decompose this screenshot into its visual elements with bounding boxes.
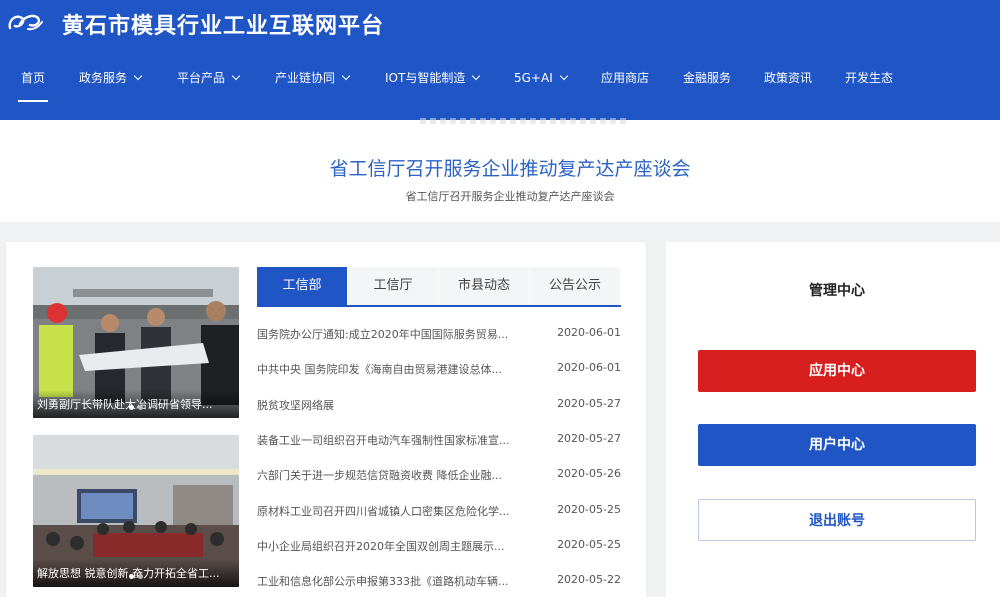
nav-item-home[interactable]: 首页	[17, 58, 49, 104]
news-date: 2020-05-27	[557, 397, 621, 410]
top-header: 黄石市模具行业工业互联网平台 首页 政务服务 平台产品 产业链协同 IOT与智能…	[0, 0, 1000, 120]
news-item[interactable]: 原材料工业司召开四川省城镇人口密集区危险化学... 2020-05-25	[257, 503, 627, 523]
nav-item-policy-news[interactable]: 政策资讯	[764, 58, 812, 104]
news-date: 2020-05-26	[557, 467, 621, 480]
tab-provincial-dept[interactable]: 工信厅	[348, 267, 438, 305]
news-date: 2020-05-25	[557, 538, 621, 551]
tab-announcements[interactable]: 公告公示	[530, 267, 620, 305]
news-tabs: 工信部 工信厅 市县动态 公告公示	[257, 267, 621, 307]
logout-button[interactable]: 退出账号	[698, 499, 976, 541]
nav-label: 开发生态	[845, 71, 894, 85]
news-date: 2020-06-01	[557, 361, 621, 374]
chevron-down-icon	[133, 71, 143, 81]
news-item[interactable]: 脱贫攻坚网络展 2020-05-27	[257, 397, 627, 417]
news-title: 脱贫攻坚网络展	[257, 399, 334, 412]
news-title: 原材料工业司召开四川省城镇人口密集区危险化学...	[257, 505, 510, 518]
nav-label: 金融服务	[683, 71, 732, 85]
nav-label: 应用商店	[601, 71, 650, 85]
news-date: 2020-05-25	[557, 503, 621, 516]
nav-item-supply-chain[interactable]: 产业链协同	[275, 58, 351, 104]
banner-title[interactable]: 省工信厅召开服务企业推动复产达产座谈会	[0, 154, 1000, 181]
management-panel: 管理中心 应用中心 用户中心 退出账号	[666, 242, 1000, 597]
management-title: 管理中心	[809, 283, 865, 299]
banner-subtitle: 省工信厅召开服务企业推动复产达产座谈会	[405, 190, 615, 203]
nav-item-finance[interactable]: 金融服务	[683, 58, 731, 104]
photo-carousel-2[interactable]: 解放思想 锐意创新 奋力开拓全省工...	[33, 435, 239, 587]
chevron-down-icon	[559, 71, 568, 81]
news-item[interactable]: 中小企业局组织召开2020年全国双创周主题展示... 2020-05-25	[257, 538, 627, 558]
tab-miit[interactable]: 工信部	[257, 267, 347, 305]
site-title[interactable]: 黄石市模具行业工业互联网平台	[62, 8, 384, 40]
news-title: 国务院办公厅通知:成立2020年中国国际服务贸易...	[257, 328, 509, 341]
news-banner: 省工信厅召开服务企业推动复产达产座谈会 省工信厅召开服务企业推动复产达产座谈会	[0, 118, 1000, 222]
tab-city-county[interactable]: 市县动态	[439, 267, 529, 305]
news-item[interactable]: 装备工业一司组织召开电动汽车强制性国家标准宣... 2020-05-27	[257, 432, 627, 452]
nav-label: IOT与智能制造	[385, 71, 466, 85]
chevron-down-icon	[472, 71, 481, 81]
main-nav: 首页 政务服务 平台产品 产业链协同 IOT与智能制造 5G+AI 应用商店 金…	[0, 58, 1000, 104]
news-item[interactable]: 国务院办公厅通知:成立2020年中国国际服务贸易... 2020-06-01	[257, 326, 627, 346]
nav-item-5g-ai[interactable]: 5G+AI	[514, 58, 568, 104]
nav-item-app-store[interactable]: 应用商店	[601, 58, 649, 104]
news-title: 中小企业局组织召开2020年全国双创周主题展示...	[257, 540, 505, 553]
nav-label: 首页	[21, 71, 46, 85]
news-panel: 刘勇副厅长带队赴大冶调研省领导... 解放思想 锐意创新 奋力开拓全省工... …	[6, 242, 646, 597]
nav-item-iot[interactable]: IOT与智能制造	[385, 58, 481, 104]
news-title: 中共中央 国务院印发《海南自由贸易港建设总体...	[257, 363, 502, 376]
news-item[interactable]: 六部门关于进一步规范信贷融资收费 降低企业融... 2020-05-26	[257, 467, 627, 487]
nav-label: 5G+AI	[514, 71, 553, 85]
carousel-dots[interactable]	[33, 395, 239, 414]
news-item[interactable]: 工业和信息化部公示申报第333批《道路机动车辆... 2020-05-22	[257, 573, 627, 593]
news-date: 2020-05-22	[557, 573, 621, 586]
nav-label: 政务服务	[79, 71, 128, 85]
news-date: 2020-06-01	[557, 326, 621, 339]
news-item[interactable]: 中共中央 国务院印发《海南自由贸易港建设总体... 2020-06-01	[257, 361, 627, 381]
nav-item-platform-products[interactable]: 平台产品	[177, 58, 241, 104]
app-center-button[interactable]: 应用中心	[698, 350, 976, 392]
photo-carousel-1[interactable]: 刘勇副厅长带队赴大冶调研省领导...	[33, 267, 239, 418]
news-title: 装备工业一司组织召开电动汽车强制性国家标准宣...	[257, 434, 510, 447]
chevron-down-icon	[231, 71, 241, 81]
logo-icon[interactable]	[6, 10, 46, 34]
nav-label: 平台产品	[177, 71, 226, 85]
nav-item-gov-services[interactable]: 政务服务	[79, 58, 143, 104]
news-title: 工业和信息化部公示申报第333批《道路机动车辆...	[257, 575, 509, 588]
news-title: 六部门关于进一步规范信贷融资收费 降低企业融...	[257, 469, 502, 482]
chevron-down-icon	[341, 71, 351, 81]
nav-item-developer[interactable]: 开发生态	[845, 58, 893, 104]
news-date: 2020-05-27	[557, 432, 621, 445]
banner-clipped-text	[420, 118, 630, 124]
nav-label: 政策资讯	[764, 71, 813, 85]
nav-label: 产业链协同	[275, 71, 336, 85]
carousel-dots[interactable]	[33, 564, 239, 583]
user-center-button[interactable]: 用户中心	[698, 424, 976, 466]
